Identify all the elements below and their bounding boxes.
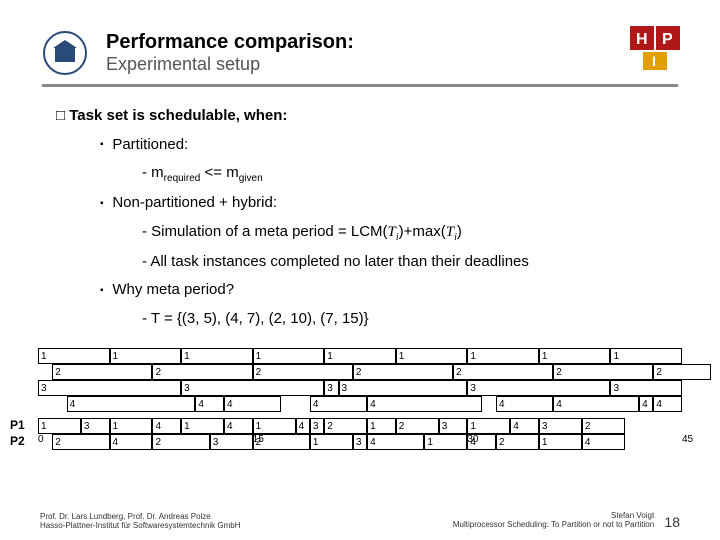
slide-title: Performance comparison: [106,30,678,54]
footer-left-authors: Prof. Dr. Lars Lundberg, Prof. Dr. Andre… [40,512,241,521]
row-label: P2 [10,434,25,448]
timeline-row: 444444444 [38,396,682,412]
footer-left-institute: Hasso-Plattner-Institut für Softwaresyst… [40,521,241,530]
timeline-row: 333333 [38,380,682,396]
timeline-cell: 2 [52,364,152,380]
svg-text:P: P [662,31,673,48]
bullet-simulation: Simulation of a meta period = LCM(Ti)+ma… [142,221,678,245]
timeline-cell: 4 [496,396,553,412]
timeline-cell: 3 [539,418,582,434]
timeline-cell: 4 [195,396,224,412]
timeline-cell: 1 [38,418,81,434]
timeline-cell: 2 [324,418,367,434]
timeline-cell: 2 [396,418,439,434]
axis-tick: 15 [253,434,264,445]
timeline-cell: 1 [181,418,224,434]
timeline-row: P113141414321231432 [38,418,682,434]
timeline-cell: 4 [67,396,196,412]
timeline-cell: 3 [310,418,324,434]
bullet-root: Task set is schedulable, when: [56,105,678,128]
timeline-cell: 1 [253,418,296,434]
header-divider [42,84,678,87]
timeline-cell: 4 [224,396,281,412]
timeline-cell: 1 [367,418,396,434]
timeline-row: 111111111 [38,348,682,364]
bullet-tset: T = {(3, 5), (4, 7), (2, 10), (7, 15)} [142,308,678,331]
timeline-cell: 4 [224,418,253,434]
axis-tick: 0 [38,434,44,445]
timeline-cell: 4 [639,396,653,412]
slide-subtitle: Experimental setup [106,54,678,75]
university-logo [42,30,88,76]
bullet-why: Why meta period? [100,279,678,302]
timeline-cell: 2 [152,364,252,380]
row-label: P1 [10,418,25,432]
timeline-cell: 3 [324,380,338,396]
timeline-row: 2222222 [38,364,682,380]
timeline-cell: 2 [453,364,553,380]
timeline-cell: 1 [467,418,510,434]
axis-tick: 30 [467,434,478,445]
timeline-chart: 1111111112222222333333444444444P11314141… [38,348,682,496]
timeline-cell: 2 [253,364,353,380]
timeline-cell: 4 [310,396,367,412]
timeline-cell: 1 [396,348,468,364]
footer-right-author: Stefan Voigt [453,511,654,520]
timeline-cell: 3 [467,380,610,396]
bullet-partitioned: Partitioned: [100,134,678,157]
footer-right-topic: Multiprocessor Scheduling: To Partition … [453,520,654,529]
timeline-cell: 4 [553,396,639,412]
timeline-cell: 4 [510,418,539,434]
timeline-cell: 2 [553,364,653,380]
hpi-logo: H P I [630,26,682,70]
timeline-cell: 1 [253,348,325,364]
timeline-cell: 2 [353,364,453,380]
timeline-cell: 1 [110,348,182,364]
content-body: Task set is schedulable, when: Partition… [42,105,678,330]
timeline-cell: 1 [610,348,682,364]
timeline-cell: 2 [582,418,625,434]
axis-tick: 45 [682,434,693,445]
svg-text:H: H [636,31,648,48]
timeline-cell: 3 [181,380,324,396]
timeline-cell: 4 [152,418,181,434]
timeline-cell: 1 [324,348,396,364]
bullet-nonpartitioned: Non-partitioned + hybrid: [100,192,678,215]
timeline-cell: 1 [467,348,539,364]
page-number: 18 [664,514,680,530]
timeline-cell: 1 [181,348,253,364]
timeline-cell: 4 [367,396,481,412]
timeline-cell: 1 [539,348,611,364]
timeline-cell: 3 [610,380,682,396]
slide-footer: Prof. Dr. Lars Lundberg, Prof. Dr. Andre… [40,511,680,530]
timeline-cell: 4 [653,396,682,412]
timeline-cell: 4 [296,418,310,434]
timeline-cell: 3 [81,418,110,434]
timeline-cell: 2 [653,364,710,380]
bullet-deadline: All task instances completed no later th… [142,251,678,274]
svg-text:I: I [652,53,656,69]
timeline-cell: 1 [38,348,110,364]
timeline-cell: 1 [110,418,153,434]
timeline-cell: 3 [439,418,468,434]
bullet-mreq: mrequired <= mgiven [142,162,678,186]
timeline-cell: 3 [339,380,468,396]
timeline-cell: 3 [38,380,181,396]
